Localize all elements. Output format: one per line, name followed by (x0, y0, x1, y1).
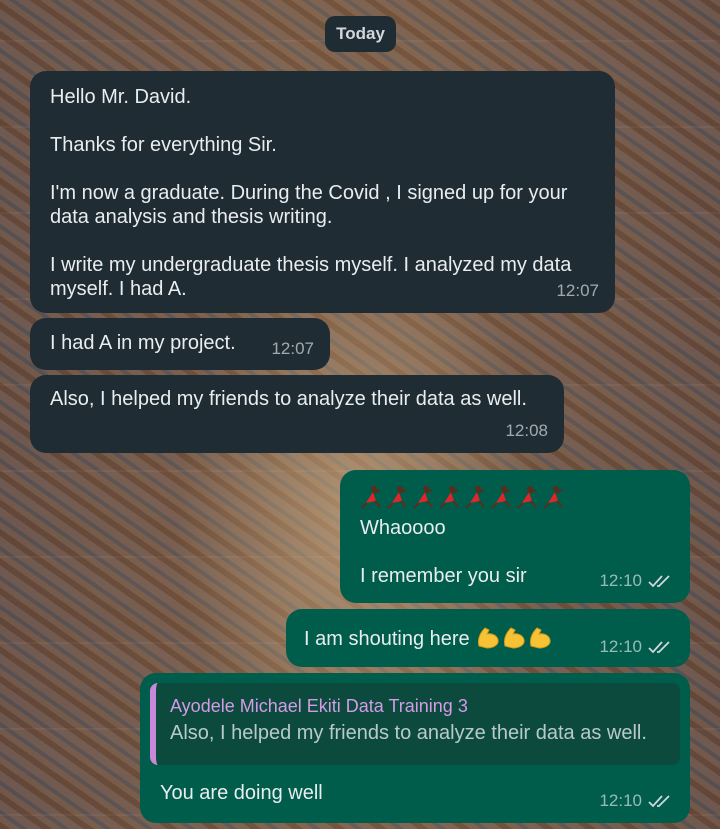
dancer-emoji (465, 486, 485, 509)
quoted-author: Ayodele Michael Ekiti Data Training 3 (170, 696, 468, 716)
dancer-emoji (413, 486, 433, 509)
message-text: You are doing well (160, 782, 323, 804)
message-time: 12:10 (599, 791, 642, 810)
message-time: 12:07 (271, 339, 314, 358)
dancer-emoji (517, 486, 537, 509)
quoted-text: Also, I helped my friends to analyze the… (170, 722, 647, 744)
message-bubble-incoming[interactable]: I had A in my project. 12:07 (30, 318, 330, 370)
message-text-content: I am shouting here (304, 628, 470, 650)
message-text: Thanks for everything Sir. (50, 134, 277, 156)
message-time: 12:10 (599, 637, 642, 656)
message-bubble-incoming[interactable]: Also, I helped my friends to analyze the… (30, 375, 564, 453)
message-text: Whaoooo (360, 517, 446, 539)
message-time: 12:08 (505, 421, 548, 440)
message-text: Hello Mr. David. (50, 86, 192, 108)
message-time: 12:07 (556, 281, 599, 300)
message-bubble-outgoing-reply[interactable]: Ayodele Michael Ekiti Data Training 3 Al… (140, 673, 690, 823)
quoted-message[interactable]: Ayodele Michael Ekiti Data Training 3 Al… (150, 683, 680, 765)
dancer-emoji (387, 486, 407, 509)
dancer-emoji (439, 486, 459, 509)
message-text: I write my undergraduate thesis myself. … (50, 254, 572, 300)
flexed-biceps-emoji (478, 627, 499, 649)
message-bubble-outgoing[interactable]: I am shouting here 12:10 (286, 609, 690, 667)
message-time: 12:10 (599, 571, 642, 590)
message-text: Also, I helped my friends to analyze the… (50, 388, 527, 410)
message-text: I'm now a graduate. During the Covid , I… (50, 182, 568, 228)
dancer-emoji (543, 486, 563, 509)
message-time-status: 12:10 (599, 635, 674, 659)
flexed-biceps-emoji (530, 627, 551, 649)
double-check-icon (648, 575, 670, 588)
dancer-emoji (491, 486, 511, 509)
message-bubble-incoming[interactable]: Hello Mr. David. Thanks for everything S… (30, 71, 615, 313)
double-check-icon (648, 795, 670, 808)
emoji-row (360, 484, 690, 510)
dancer-emoji (361, 486, 381, 509)
message-bubble-outgoing[interactable]: Whaoooo I remember you sir 12:10 (340, 470, 690, 603)
double-check-icon (648, 641, 670, 654)
date-chip: Today (325, 16, 396, 52)
message-time-status: 12:10 (599, 789, 674, 813)
flexed-biceps-emoji (504, 627, 525, 649)
message-time-status: 12:10 (599, 569, 674, 593)
